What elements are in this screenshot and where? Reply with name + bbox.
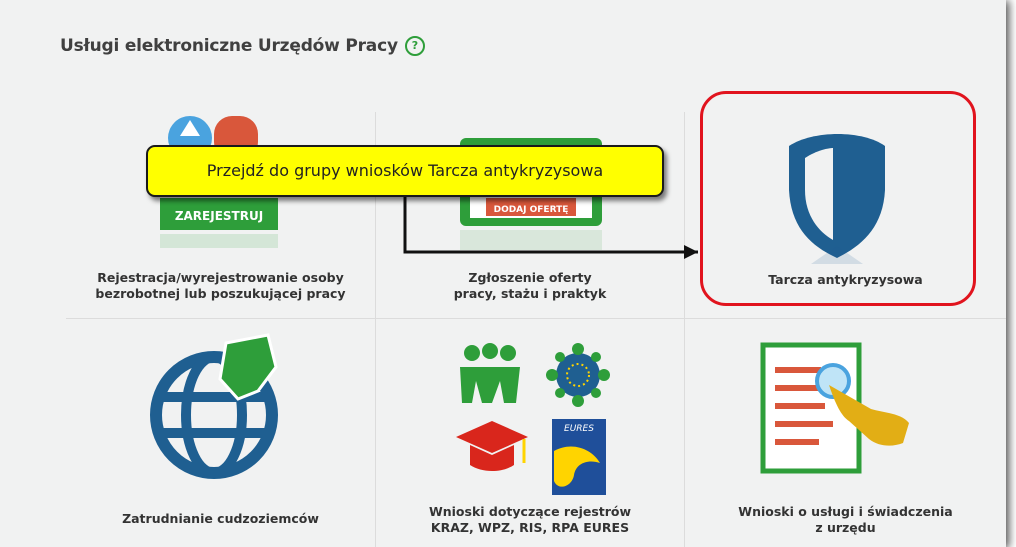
callout-arrow (403, 193, 698, 259)
callout-tooltip: Przejdź do grupy wniosków Tarcza antykry… (146, 145, 664, 197)
services-panel: Usługi elektroniczne Urzędów Pracy ? ZAR… (0, 0, 1006, 547)
